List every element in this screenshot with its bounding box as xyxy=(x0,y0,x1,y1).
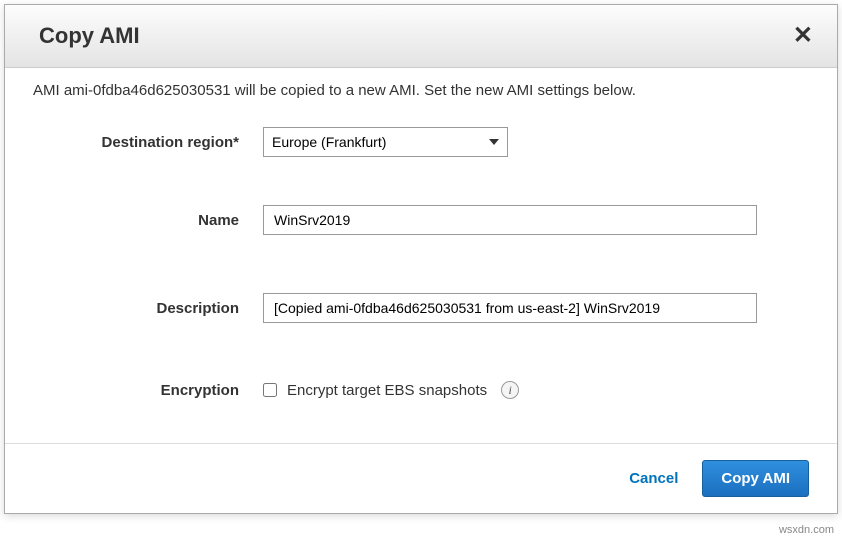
intro-text: AMI ami-0fdba46d625030531 will be copied… xyxy=(33,82,809,99)
row-name: Name xyxy=(33,205,809,235)
label-description: Description xyxy=(33,300,263,317)
dialog-footer: Cancel Copy AMI xyxy=(5,443,837,513)
description-input[interactable] xyxy=(263,293,757,323)
encryption-checkbox-label: Encrypt target EBS snapshots xyxy=(287,382,487,399)
row-encryption: Encryption Encrypt target EBS snapshots … xyxy=(33,381,809,399)
encryption-checkbox[interactable] xyxy=(263,383,277,397)
name-input[interactable] xyxy=(263,205,757,235)
close-icon[interactable]: ✕ xyxy=(793,24,813,48)
info-icon[interactable]: i xyxy=(501,381,519,399)
copy-ami-dialog: Copy AMI ✕ AMI ami-0fdba46d625030531 wil… xyxy=(4,4,838,514)
label-name: Name xyxy=(33,212,263,229)
destination-region-select[interactable]: Europe (Frankfurt) xyxy=(263,127,508,157)
copy-ami-button[interactable]: Copy AMI xyxy=(702,460,809,497)
cancel-button[interactable]: Cancel xyxy=(629,470,678,487)
dialog-title: Copy AMI xyxy=(39,23,140,49)
dialog-header: Copy AMI ✕ xyxy=(5,5,837,68)
dialog-body: AMI ami-0fdba46d625030531 will be copied… xyxy=(5,68,837,443)
watermark: wsxdn.com xyxy=(779,524,834,536)
row-destination-region: Destination region* Europe (Frankfurt) xyxy=(33,127,809,157)
row-description: Description xyxy=(33,293,809,323)
label-encryption: Encryption xyxy=(33,382,263,399)
label-destination-region: Destination region* xyxy=(33,134,263,151)
